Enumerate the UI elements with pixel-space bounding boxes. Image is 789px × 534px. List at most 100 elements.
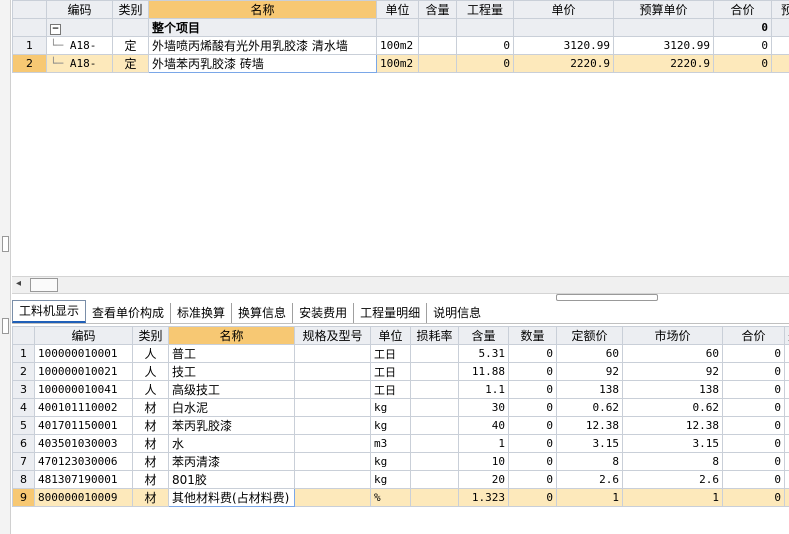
row-content[interactable]: 5.31	[458, 344, 509, 363]
row-type[interactable]: 材	[132, 398, 169, 417]
tab-labor-material-machine[interactable]: 工料机显示	[12, 300, 87, 323]
top-horizontal-scrollbar[interactable]: ◂	[12, 276, 789, 294]
row-type[interactable]: 材	[132, 488, 169, 507]
row-total[interactable]: 0	[722, 362, 785, 381]
row-type[interactable]: 人	[132, 344, 169, 363]
row-code[interactable]: 100000010041	[34, 380, 133, 399]
row-name[interactable]: 其他材料费(占材料费)	[168, 488, 295, 507]
table-row[interactable]: 1 100000010001 人普工 工日 5.31 0 60 60 0	[12, 344, 789, 363]
bottom-header-total[interactable]: 合价	[722, 326, 785, 345]
row-quantity[interactable]: 0	[508, 362, 557, 381]
table-row[interactable]: 8 481307190001 材 801胶 kg 20 0 2.6 2.6 0	[12, 470, 789, 489]
row-code[interactable]: 100000010001	[34, 344, 133, 363]
row-total[interactable]: 0	[722, 344, 785, 363]
row-code[interactable]: 100000010021	[34, 362, 133, 381]
row-name[interactable]: 水	[168, 434, 295, 453]
row-name[interactable]: 外墙喷丙烯酸有光外用乳胶漆 清水墙	[148, 36, 377, 55]
row-quantity[interactable]: 0	[456, 36, 514, 55]
row-unit[interactable]: 工日	[370, 362, 411, 381]
bottom-header-unit[interactable]: 单位	[370, 326, 411, 345]
row-market-price[interactable]: 60	[622, 344, 723, 363]
row-unit[interactable]: kg	[370, 416, 411, 435]
row-spec[interactable]	[294, 344, 371, 363]
bottom-header-quota-price[interactable]: 定额价	[556, 326, 623, 345]
left-splitter-handle-top[interactable]	[2, 236, 9, 252]
row-quota-price[interactable]: 12.38	[556, 416, 623, 435]
row-name[interactable]: 普工	[168, 344, 295, 363]
row-total[interactable]: 0	[722, 488, 785, 507]
row-type[interactable]: 材	[132, 434, 169, 453]
row-content[interactable]: 30	[458, 398, 509, 417]
row-unit[interactable]: kg	[370, 470, 411, 489]
top-group-row[interactable]: − 整个项目 0	[12, 18, 789, 37]
bottom-header-code[interactable]: 编码	[34, 326, 133, 345]
left-splitter-handle-bottom[interactable]	[2, 318, 9, 334]
scroll-left-icon[interactable]: ◂	[16, 278, 21, 289]
group-toggle-cell[interactable]: −	[46, 18, 113, 37]
row-loss-rate[interactable]	[410, 416, 459, 435]
table-row[interactable]: 7 470123030006 材苯丙清漆 kg 10 0 8 8 0	[12, 452, 789, 471]
top-header-unit-price[interactable]: 单价	[513, 0, 614, 19]
row-spec[interactable]	[294, 470, 371, 489]
tab-conversion-info[interactable]: 换算信息	[232, 303, 294, 323]
tab-unit-price-composition[interactable]: 查看单价构成	[86, 303, 172, 323]
row-spec[interactable]	[294, 362, 371, 381]
row-spec[interactable]	[294, 452, 371, 471]
row-unit-price[interactable]: 2220.9	[513, 54, 614, 73]
row-code[interactable]: 401701150001	[34, 416, 133, 435]
top-header-code[interactable]: 编码	[46, 0, 113, 19]
row-loss-rate[interactable]	[410, 344, 459, 363]
bottom-header-content[interactable]: 含量	[458, 326, 509, 345]
row-market-price[interactable]: 2.6	[622, 470, 723, 489]
bottom-header-rownum[interactable]	[12, 326, 35, 345]
row-quantity[interactable]: 0	[456, 54, 514, 73]
row-total[interactable]: 0	[722, 452, 785, 471]
row-loss-rate[interactable]	[410, 362, 459, 381]
row-name[interactable]: 苯丙清漆	[168, 452, 295, 471]
row-quantity[interactable]: 0	[508, 398, 557, 417]
row-unit[interactable]: 100m2	[376, 36, 419, 55]
row-quantity[interactable]: 0	[508, 434, 557, 453]
table-row[interactable]: 3 100000010041 人高级技工 工日 1.1 0 138 138 0	[12, 380, 789, 399]
row-code[interactable]: 481307190001	[34, 470, 133, 489]
table-row-selected[interactable]: 2 └─ A18- 定 外墙苯丙乳胶漆 砖墙 100m2 0 2220.9 22…	[12, 54, 789, 73]
row-quota-price[interactable]: 1	[556, 488, 623, 507]
row-unit[interactable]: %	[370, 488, 411, 507]
table-row[interactable]: 2 100000010021 人技工 工日 11.88 0 92 92 0	[12, 362, 789, 381]
row-total[interactable]: 0	[722, 416, 785, 435]
row-quota-price[interactable]: 3.15	[556, 434, 623, 453]
top-header-name[interactable]: 名称	[148, 0, 377, 19]
row-quota-price[interactable]: 0.62	[556, 398, 623, 417]
row-type[interactable]: 定	[112, 54, 149, 73]
row-loss-rate[interactable]	[410, 470, 459, 489]
row-market-price[interactable]: 138	[622, 380, 723, 399]
top-header-overflow[interactable]: 预	[771, 0, 789, 19]
pane-splitter-handle[interactable]	[556, 294, 658, 301]
top-header-budget-price[interactable]: 预算单价	[613, 0, 714, 19]
top-header-type[interactable]: 类别	[112, 0, 149, 19]
row-type[interactable]: 定	[112, 36, 149, 55]
top-header-total[interactable]: 合价	[713, 0, 772, 19]
row-market-price[interactable]: 1	[622, 488, 723, 507]
table-row[interactable]: 1 └─ A18- 定 外墙喷丙烯酸有光外用乳胶漆 清水墙 100m2 0 31…	[12, 36, 789, 55]
row-loss-rate[interactable]	[410, 398, 459, 417]
row-quota-price[interactable]: 60	[556, 344, 623, 363]
row-code[interactable]: 400101110002	[34, 398, 133, 417]
top-header-unit[interactable]: 单位	[376, 0, 419, 19]
tab-quantity-detail[interactable]: 工程量明细	[354, 303, 428, 323]
table-row[interactable]: 6 403501030003 材水 m3 1 0 3.15 3.15 0	[12, 434, 789, 453]
top-header-rownum[interactable]	[12, 0, 47, 19]
table-row-selected[interactable]: 9 800000010009 材其他材料费(占材料费)% 1.323 0 1 1 0	[12, 488, 789, 507]
row-content[interactable]: 11.88	[458, 362, 509, 381]
bottom-header-type[interactable]: 类别	[132, 326, 169, 345]
row-quantity[interactable]: 0	[508, 470, 557, 489]
row-total[interactable]: 0	[713, 54, 772, 73]
row-unit[interactable]: m3	[370, 434, 411, 453]
row-loss-rate[interactable]	[410, 434, 459, 453]
row-quota-price[interactable]: 138	[556, 380, 623, 399]
tab-installation-fee[interactable]: 安装费用	[293, 303, 355, 323]
row-total[interactable]: 0	[722, 380, 785, 399]
row-type[interactable]: 材	[132, 416, 169, 435]
row-name[interactable]: 801胶	[168, 470, 295, 489]
row-market-price[interactable]: 3.15	[622, 434, 723, 453]
